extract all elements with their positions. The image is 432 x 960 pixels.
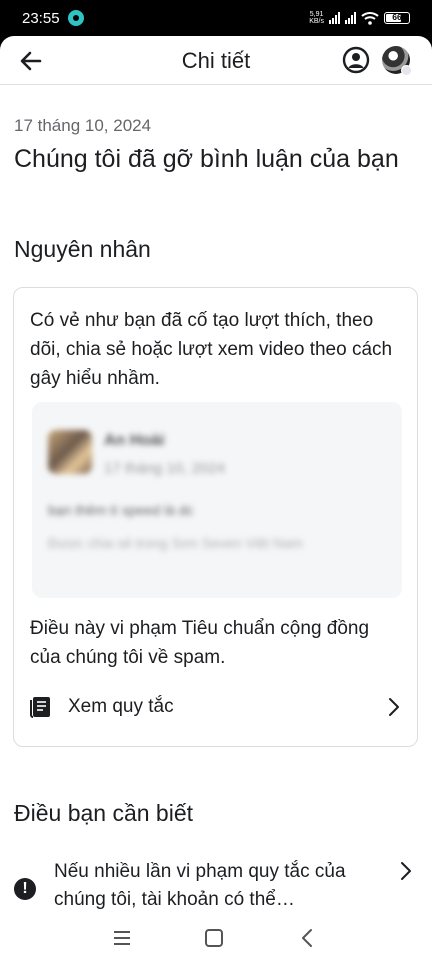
headline: Chúng tôi đã gỡ bình luận của bạn [14,145,399,173]
view-rules-button[interactable]: Xem quy tắc [14,686,417,730]
signal-icon [345,12,356,24]
wifi-icon [361,12,379,25]
notice-text: Nếu nhiều lần vi phạm quy tắc của chúng … [54,861,346,910]
removed-comment-preview: An Hoài 17 tháng 10, 2024 bạn thêm tí sp… [32,402,402,598]
network-speed: 5,91 KB/s [309,11,324,25]
reason-text: Có vẻ như bạn đã cố tạo lượt thích, theo… [30,310,393,389]
menu-icon[interactable] [110,926,134,950]
repeat-violation-notice[interactable]: ! Nếu nhiều lần vi phạm quy tắc của chún… [0,852,432,916]
comment-date: 17 tháng 10, 2024 [104,460,225,477]
top-bar: Chi tiết [0,36,432,85]
status-time: 23:55 [22,10,60,27]
home-icon[interactable] [202,926,226,950]
back-icon[interactable] [296,926,320,950]
reason-card: Có vẻ như bạn đã cố tạo lượt thích, theo… [13,287,418,747]
comment-text: bạn thêm tí speed là dc [48,502,194,518]
profile-avatar[interactable] [382,46,412,76]
app-screen: Chi tiết 17 tháng 10, 2024 Chúng tôi đã … [0,36,432,960]
alert-icon: ! [14,878,36,900]
account-icon[interactable] [342,46,370,74]
chevron-right-icon [389,698,399,716]
reason-heading: Nguyên nhân [14,236,151,262]
things-to-know-heading: Điều bạn cần biết [14,800,194,826]
app-notification-icon [68,10,84,26]
commenter-name: An Hoài [104,432,165,449]
status-indicators: 5,91 KB/s 66 [309,8,410,28]
comment-meta: Được chia sẻ trong Sơn Seven Việt Nam [48,535,303,551]
rulebook-icon [30,697,50,718]
violation-text: Điều này vi phạm Tiêu chuẩn cộng đồng củ… [30,618,370,668]
status-bar: 23:55 5,91 KB/s 66 [0,0,432,36]
chevron-down-icon [401,65,412,76]
commenter-avatar [48,430,92,474]
chevron-right-icon [401,862,411,880]
view-rules-label: Xem quy tắc [68,696,174,717]
battery-icon: 66 [384,12,410,24]
signal-icon [329,12,340,24]
system-navigation-bar [0,916,432,960]
removal-date: 17 tháng 10, 2024 [14,116,152,135]
